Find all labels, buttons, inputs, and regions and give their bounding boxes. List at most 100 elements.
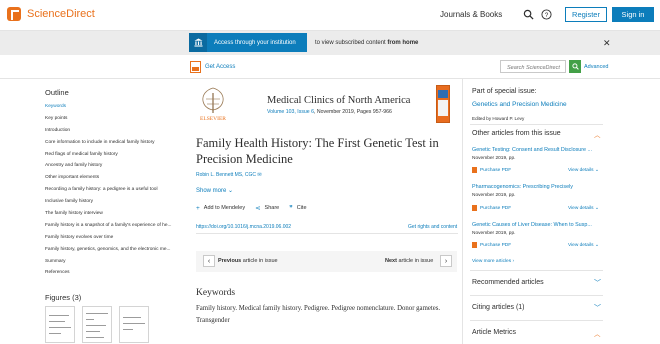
keywords-heading: Keywords [196,288,236,298]
divider [470,124,603,125]
outline-item[interactable]: Recording a family history: a pedigree i… [45,184,185,196]
search-submit-button[interactable] [569,60,581,73]
view-more-articles-link[interactable]: View more articles › [472,259,514,264]
outline-item[interactable]: Ancestry and family history [45,160,185,172]
access-banner: Access through your institution to view … [0,31,660,55]
sidebar-divider [462,79,463,344]
institution-access-button[interactable]: Access through your institution [189,33,307,52]
issue-article-link[interactable]: Genetic Causes of Liver Disease: When to… [472,222,592,228]
outline-item[interactable]: Core information to include in medical f… [45,137,185,149]
outline-item[interactable]: Red flags of medical family history [45,149,185,161]
close-icon[interactable]: ✕ [603,38,611,49]
edited-by: Edited by Howard P. Levy [472,116,525,121]
article-toolbar: Get Access Advanced [0,55,660,79]
divider [196,233,458,234]
get-access-link[interactable]: Get Access [205,64,235,70]
special-issue-link[interactable]: Genetics and Precision Medicine [472,101,567,108]
chevron-left-icon[interactable]: ‹ [203,255,215,267]
special-issue-label: Part of special issue: [472,88,537,95]
help-icon[interactable]: ? [541,9,552,20]
cite-button[interactable]: ❞ Cite [289,204,306,212]
sciencedirect-logo[interactable]: ScienceDirect [7,7,95,21]
view-details-link[interactable]: View details ⌄ [568,243,599,248]
view-details-label: View details [568,168,594,173]
volume-link[interactable]: Volume 103, Issue 6 [267,109,314,115]
article-metrics-heading[interactable]: Article Metrics [472,329,516,336]
journals-books-link[interactable]: Journals & Books [440,10,502,19]
chevron-up-icon[interactable]: ︿ [594,129,601,139]
outline-item[interactable]: The family history interview [45,208,185,220]
journal-meta-rest: , November 2019, Pages 957-966 [314,109,392,115]
divider [470,320,603,321]
figure-thumbnails [45,306,149,343]
search-icon [571,63,579,70]
outline-item[interactable]: Summary [45,256,185,268]
purchase-pdf-link[interactable]: Purchase PDF [472,167,511,173]
figure-thumbnail[interactable] [45,306,75,343]
chevron-up-icon[interactable]: ︿ [594,328,601,338]
doi-link[interactable]: https://doi.org/10.1016/j.mcna.2019.06.0… [196,224,291,230]
search-input[interactable] [500,60,566,73]
purchase-pdf-link[interactable]: Purchase PDF [472,242,511,248]
journal-title[interactable]: Medical Clinics of North America [267,95,410,106]
outline-item[interactable]: Family history, genetics, genomics, and … [45,244,185,256]
figure-thumbnail[interactable] [119,306,149,343]
share-button[interactable]: ⋖ Share [255,204,279,212]
recommended-articles-heading[interactable]: Recommended articles [472,279,544,286]
outline-item[interactable]: Family history is a snapshot of a family… [45,220,185,232]
divider [470,270,603,271]
view-details-label: View details [568,243,594,248]
pdf-icon [472,242,477,248]
next-article-link[interactable]: Next article in issue [385,258,433,264]
citing-articles-heading[interactable]: Citing articles (1) [472,304,525,311]
outline-item[interactable]: Other important elements [45,172,185,184]
banner-text-prefix: to view subscribed content [315,40,388,46]
share-label: Share [264,205,280,211]
elsevier-logo[interactable]: ELSEVIER [196,85,230,123]
outline-item[interactable]: Key points [45,113,185,125]
outline-item-keywords[interactable]: Keywords [45,101,185,113]
show-more-label: Show more [196,188,227,194]
show-more-button[interactable]: Show more ⌄ [196,187,233,194]
purchase-pdf-label: Purchase PDF [480,242,512,248]
banner-text-bold: from home [387,40,419,46]
register-button[interactable]: Register [565,7,607,22]
other-articles-heading: Other articles from this issue [472,130,561,137]
divider [470,295,603,296]
issue-article-link[interactable]: Pharmacogenomics: Prescribing Precisely [472,184,573,190]
prev-rest: article in issue [241,258,278,264]
issue-article-link[interactable]: Genetic Testing: Consent and Result Disc… [472,147,592,153]
view-details-link[interactable]: View details ⌄ [568,206,599,211]
next-bold: Next [385,258,397,264]
add-to-mendeley-button[interactable]: + Add to Mendeley [196,204,245,212]
add-to-mendeley-label: Add to Mendeley [203,205,246,211]
cite-label: Cite [296,205,307,211]
pdf-icon [472,205,477,211]
author-link[interactable]: Robin L. Bennett MS, CGC ✉ [196,172,262,178]
outline-item[interactable]: Inclusive family history [45,196,185,208]
view-details-link[interactable]: View details ⌄ [568,168,599,173]
issue-article-date: November 2019, pp. [472,193,516,198]
pdf-icon [190,61,201,73]
outline-item[interactable]: Introduction [45,125,185,137]
search-icon[interactable] [523,9,534,20]
institution-icon [189,33,207,52]
figures-title: Figures (3) [45,293,82,302]
rights-link[interactable]: Get rights and content [408,224,457,230]
outline-title: Outline [45,88,69,97]
purchase-pdf-link[interactable]: Purchase PDF [472,205,511,211]
prev-bold: Previous [218,258,242,264]
issue-article-date: November 2019, pp. [472,156,516,161]
chevron-right-icon[interactable]: › [440,255,452,267]
purchase-pdf-label: Purchase PDF [480,205,512,211]
sign-in-button[interactable]: Sign in [612,7,654,22]
chevron-down-icon[interactable]: ﹀ [594,303,601,313]
view-details-label: View details [568,206,594,211]
outline-item[interactable]: References [45,267,185,279]
outline-item[interactable]: Family history evolves over time [45,232,185,244]
journal-cover-image[interactable] [436,85,450,123]
figure-thumbnail[interactable] [82,306,112,343]
previous-article-link[interactable]: Previous article in issue [218,258,278,264]
chevron-down-icon[interactable]: ﹀ [594,278,601,288]
advanced-search-link[interactable]: Advanced [584,64,608,70]
